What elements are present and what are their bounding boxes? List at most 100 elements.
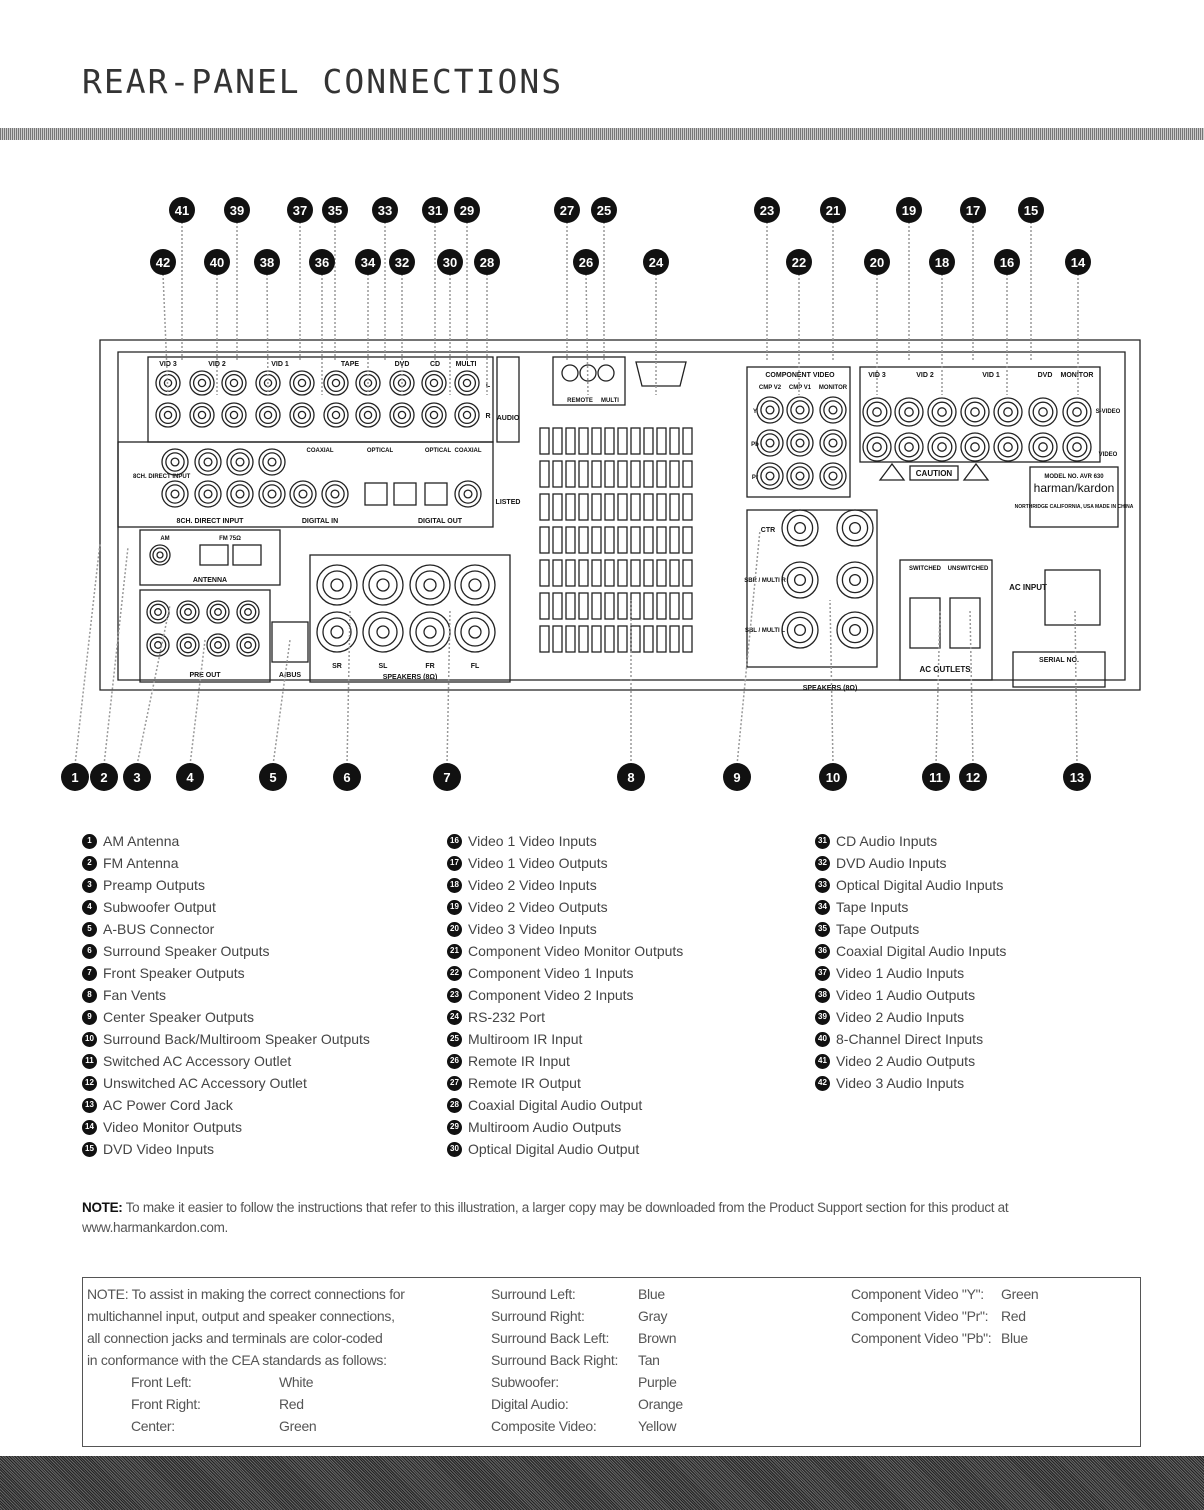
fan-vent-slot [539,493,550,521]
panel-label: CD [430,361,440,368]
jack-ring [898,401,920,423]
callout-badge: 20 [864,249,890,275]
callout-badges: 41 39 37 35 33 31 29 27 25 23 21 19 17 1542 40 38 36 34 32… [61,197,1091,791]
panel-label: COAXIAL [307,448,334,454]
fan-vent-slot [539,625,550,653]
jack-ring [786,566,814,594]
jack-pin [872,442,882,452]
callout-number: 28 [480,255,494,270]
legend-item: 12 Unswitched AC Accessory Outlet [82,1072,370,1094]
jack-ring [931,436,953,458]
jack-pin [197,410,207,420]
callout-badge: 9 [723,763,751,791]
jack-pin [331,378,341,388]
callout-number: 9 [733,770,740,785]
jack-ring [262,452,282,472]
callout-badge: 22 [447,965,462,981]
panel-label: DIGITAL OUT [418,518,463,525]
callout-badge: 34 [815,899,830,915]
callout-badge: 9 [82,1009,97,1025]
fan-vent-slot [539,592,550,620]
jack-pin [397,410,407,420]
jack-ring [823,466,843,486]
legend-label: Video 2 Video Outputs [468,899,608,915]
callout-badge: 14 [82,1119,97,1135]
legend-item: 26 Remote IR Input [447,1050,683,1072]
callout-badge: 34 [355,249,381,275]
jack-ring [230,484,250,504]
jack-ring [786,616,814,644]
panel-label: Pb [751,442,759,448]
callout-number: 38 [260,255,274,270]
panel-label: 8CH. DIRECT INPUT [133,474,191,480]
legend-label: Video 1 Audio Inputs [836,965,965,981]
legend-label: Surround Back/Multiroom Speaker Outputs [103,1031,370,1047]
legend-label: RS-232 Port [468,1009,546,1025]
callout-number: 13 [1070,770,1084,785]
ac-outlet-block [899,559,993,681]
jack-pin [170,457,180,467]
jack-ring [368,617,398,647]
legend-item: 22 Component Video 1 Inputs [447,962,683,984]
legend-label: Component Video 2 Inputs [468,987,634,1003]
color-value: Gray [638,1308,668,1324]
download-note: NOTE: To make it easier to follow the in… [82,1198,1102,1238]
callout-number: 33 [378,203,392,218]
jack-pin [244,641,252,649]
callout-badge: 26 [573,249,599,275]
callout-badge: 36 [815,943,830,959]
panel-label: SPEAKERS (8Ω) [383,674,438,681]
jack-pin [1003,442,1013,452]
jack-ring [760,400,780,420]
legend-item: 28 Coaxial Digital Audio Output [447,1094,683,1116]
jack-pin [229,378,239,388]
panel-label: FM 75Ω [219,536,241,542]
callout-badge: 7 [433,763,461,791]
callout-badge: 18 [929,249,955,275]
panel-label: SL [379,663,389,670]
jack-pin [848,623,862,637]
color-value: Brown [638,1330,677,1346]
jack-ring [192,373,212,393]
callout-badge: 38 [815,987,830,1003]
panel-label: SR [332,663,342,670]
fan-vent-slot [565,427,576,455]
legend-label: Optical Digital Audio Inputs [836,877,1004,893]
callout-number: 5 [269,770,276,785]
callout-badge: 35 [322,197,348,223]
jack-ring [786,514,814,542]
jack-pin [828,405,838,415]
callout-badge: 6 [82,943,97,959]
callout-number: 4 [186,770,194,785]
legend-label: Fan Vents [103,987,167,1003]
callout-badge: 12 [82,1075,97,1091]
fan-vent-slot [669,526,680,554]
panel-label: REMOTE [567,398,593,404]
legend-item: 23 Component Video 2 Inputs [447,984,683,1006]
fan-vent-slot [539,427,550,455]
callout-badge: 17 [447,855,462,871]
jack-ring [760,433,780,453]
panel-label: PRE OUT [189,672,221,679]
jack-ring [368,570,398,600]
callout-badge: 32 [815,855,830,871]
callout-badge: 28 [474,249,500,275]
jack-pin [468,578,482,592]
jack-pin [154,641,162,649]
header-rule [0,128,1204,140]
legend-item: 18 Video 2 Video Inputs [447,874,683,896]
legend-item: 6 Surround Speaker Outputs [82,940,370,962]
jack-ring [239,603,257,621]
jack-pin [765,405,775,415]
color-key: Front Left: [131,1374,192,1390]
jack-pin [970,407,980,417]
color-key: Front Right: [131,1396,201,1412]
callout-number: 26 [579,255,593,270]
jack-pin [429,410,439,420]
legend-item: 32 DVD Audio Inputs [815,852,1006,874]
jack-ring [179,636,197,654]
leader-line [189,639,206,766]
callout-number: 10 [826,770,840,785]
note-url[interactable]: www.harmankardon.com. [82,1220,228,1235]
callout-badge: 5 [82,921,97,937]
